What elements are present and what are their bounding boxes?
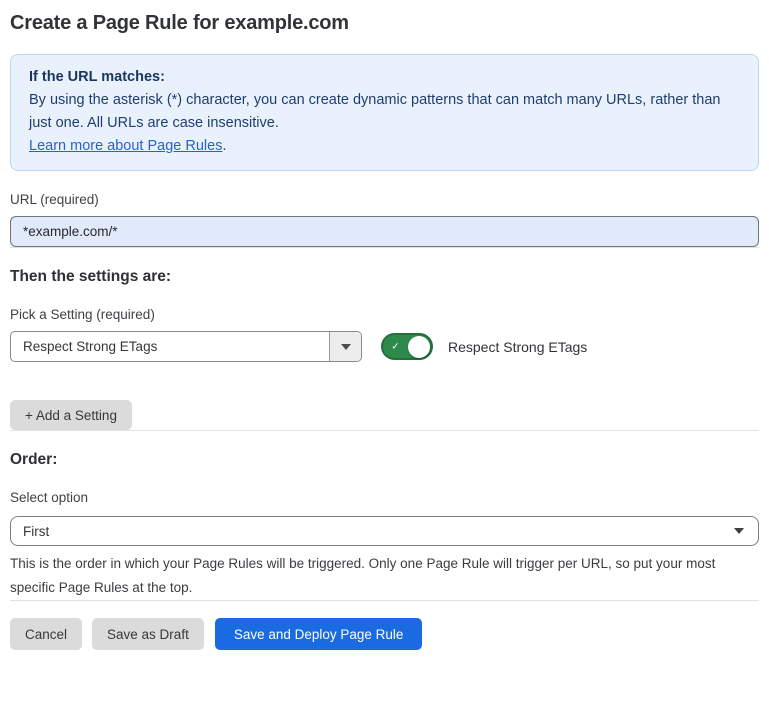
settings-heading: Then the settings are: (10, 268, 759, 286)
setting-toggle[interactable]: ✓ (381, 333, 433, 360)
info-box-link-line: Learn more about Page Rules. (29, 135, 740, 158)
order-select[interactable]: First (10, 516, 759, 546)
page-title: Create a Page Rule for example.com (10, 10, 759, 36)
triangle-down-icon (341, 344, 351, 350)
info-box-heading: If the URL matches: (29, 66, 740, 89)
check-icon: ✓ (388, 339, 403, 354)
setting-select[interactable]: Respect Strong ETags (10, 331, 362, 362)
url-input[interactable] (10, 216, 759, 247)
order-select-label: Select option (10, 490, 759, 506)
url-match-info-box: If the URL matches: By using the asteris… (10, 54, 759, 171)
divider (10, 247, 759, 248)
order-help-text: This is the order in which your Page Rul… (10, 552, 750, 600)
setting-select-value: Respect Strong ETags (11, 332, 329, 361)
toggle-knob (408, 336, 430, 358)
order-select-value: First (23, 524, 49, 539)
info-box-body: By using the asterisk (*) character, you… (29, 89, 740, 135)
divider (10, 430, 759, 431)
cancel-button[interactable]: Cancel (10, 618, 82, 650)
save-deploy-button[interactable]: Save and Deploy Page Rule (215, 618, 423, 650)
create-page-rule-form: Create a Page Rule for example.com If th… (0, 0, 769, 718)
toggle-label: Respect Strong ETags (448, 339, 587, 355)
order-heading: Order: (10, 451, 759, 469)
setting-select-arrow-button[interactable] (329, 332, 361, 361)
link-suffix: . (222, 138, 226, 154)
url-label: URL (required) (10, 192, 759, 208)
footer-actions: Cancel Save as Draft Save and Deploy Pag… (10, 618, 759, 650)
add-setting-button[interactable]: + Add a Setting (10, 400, 132, 430)
save-draft-button[interactable]: Save as Draft (92, 618, 204, 650)
divider (10, 600, 759, 601)
chevron-down-icon (734, 528, 744, 534)
pick-setting-label: Pick a Setting (required) (10, 307, 759, 323)
setting-row: Respect Strong ETags ✓ Respect Strong ET… (10, 331, 759, 362)
learn-more-link[interactable]: Learn more about Page Rules (29, 138, 222, 154)
